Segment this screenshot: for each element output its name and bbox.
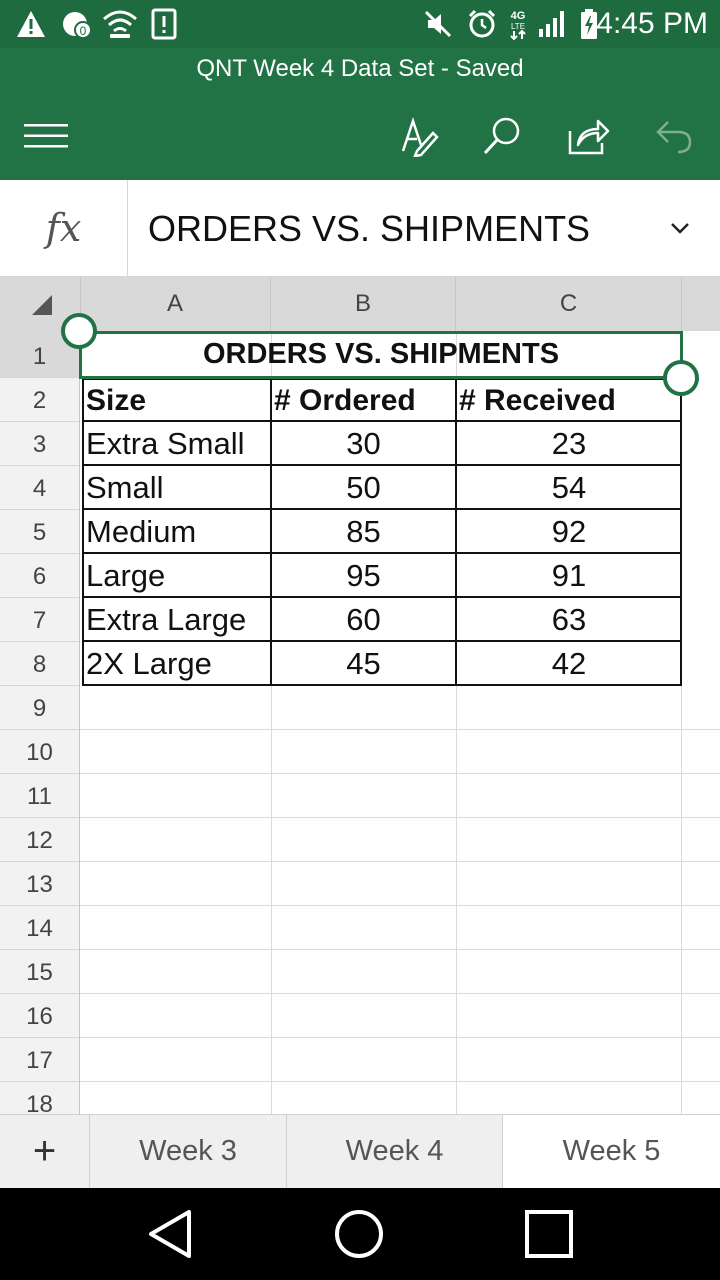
column-header-b[interactable]: B [271,277,456,331]
table-cell[interactable]: Extra Small [86,422,270,464]
header-cell-size[interactable]: Size [86,380,270,420]
row-header-11[interactable]: 11 [0,774,79,818]
cell-selection [79,331,683,379]
app-toolbar: QNT Week 4 Data Set - Saved [0,48,720,180]
row-header-2[interactable]: 2 [0,378,79,422]
share-icon[interactable] [564,112,612,160]
svg-text:0: 0 [80,24,87,38]
clock-time: 4:45 PM [596,7,708,40]
edit-pen-icon[interactable] [394,112,442,160]
status-bar: 0 4G LTE 4:45 PM [0,0,720,48]
warning-icon [14,8,48,40]
table-cell[interactable]: 92 [457,510,681,552]
table-cell[interactable]: 42 [457,642,681,684]
row-header-10[interactable]: 10 [0,730,79,774]
tab-week-3[interactable]: Week 3 [90,1115,287,1188]
row-header-4[interactable]: 4 [0,466,79,510]
row-header-9[interactable]: 9 [0,686,79,730]
back-icon[interactable] [142,1206,198,1262]
table-cell[interactable]: 85 [272,510,455,552]
row-header-18[interactable]: 18 [0,1082,79,1115]
selection-handle-start[interactable] [61,313,97,349]
lte-icon: 4G LTE [506,8,530,40]
search-icon[interactable] [478,112,526,160]
svg-text:LTE: LTE [511,22,525,31]
formula-input[interactable]: ORDERS VS. SHIPMENTS [148,208,590,250]
mute-icon [424,8,452,40]
column-header-c[interactable]: C [456,277,682,331]
row-header-6[interactable]: 6 [0,554,79,598]
row-header-8[interactable]: 8 [0,642,79,686]
menu-icon[interactable] [22,112,70,160]
row-header-3[interactable]: 3 [0,422,79,466]
row-header-14[interactable]: 14 [0,906,79,950]
row-header-7[interactable]: 7 [0,598,79,642]
chevron-down-icon[interactable] [666,214,694,242]
formula-bar: fx ORDERS VS. SHIPMENTS [0,180,720,277]
svg-text:4G: 4G [511,10,526,22]
column-headers: A B C [0,277,720,331]
document-title[interactable]: QNT Week 4 Data Set - Saved [0,54,720,84]
table-cell[interactable]: 23 [457,422,681,464]
undo-icon[interactable] [650,112,698,160]
alarm-icon [466,8,498,40]
home-icon[interactable] [331,1206,387,1262]
notification-app-icon: 0 [60,8,94,40]
signal-icon [536,8,568,40]
row-headers: 1 2 3 4 5 6 7 8 9 10 11 12 13 14 15 16 1… [0,331,80,1115]
table-cell[interactable]: 60 [272,598,455,640]
table-cell[interactable]: 30 [272,422,455,464]
row-header-15[interactable]: 15 [0,950,79,994]
table-cell[interactable]: 63 [457,598,681,640]
table-cell[interactable]: 95 [272,554,455,596]
table-cell[interactable]: Extra Large [86,598,270,640]
function-button[interactable]: fx [0,180,128,276]
row-header-13[interactable]: 13 [0,862,79,906]
row-header-17[interactable]: 17 [0,1038,79,1082]
table-cell[interactable]: Medium [86,510,270,552]
recents-icon[interactable] [521,1206,577,1262]
table-cell[interactable]: 91 [457,554,681,596]
tab-week-4[interactable]: Week 4 [287,1115,503,1188]
column-header-a[interactable]: A [80,277,271,331]
header-cell-received[interactable]: # Received [459,380,681,420]
table-cell[interactable]: Small [86,466,270,508]
table-cell[interactable]: 2X Large [86,642,270,684]
header-cell-ordered[interactable]: # Ordered [274,380,455,420]
table-cell[interactable]: 54 [457,466,681,508]
table-cell[interactable]: Large [86,554,270,596]
row-header-12[interactable]: 12 [0,818,79,862]
table-cell[interactable]: 45 [272,642,455,684]
wifi-icon [102,8,138,40]
sheet-tabs: + Week 3 Week 4 Week 5 [0,1114,720,1188]
system-nav-bar [0,1188,720,1280]
row-header-16[interactable]: 16 [0,994,79,1038]
sim-alert-icon [150,8,178,40]
tab-week-5[interactable]: Week 5 [503,1115,720,1188]
table-cell[interactable]: 50 [272,466,455,508]
cell-grid[interactable]: ORDERS VS. SHIPMENTS Size # Ordered # Re… [80,331,720,1115]
row-header-5[interactable]: 5 [0,510,79,554]
selection-handle-end[interactable] [663,360,699,396]
add-sheet-button[interactable]: + [0,1115,90,1188]
